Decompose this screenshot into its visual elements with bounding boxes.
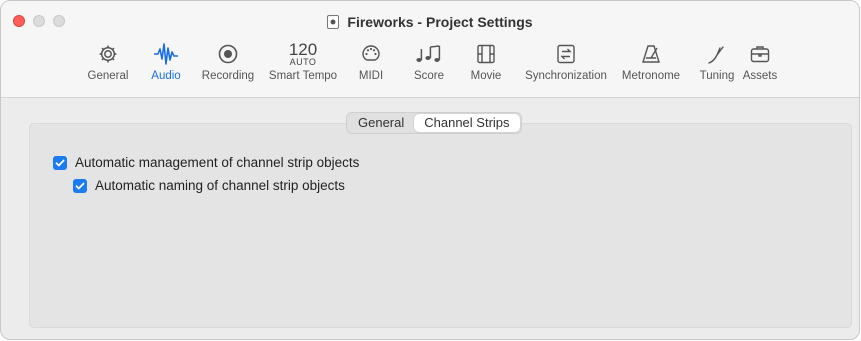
tab-label: Tuning bbox=[699, 70, 735, 82]
subtab-channel-strips[interactable]: Channel Strips bbox=[414, 114, 520, 132]
subtab-general[interactable]: General bbox=[348, 114, 414, 132]
tab-label: Smart Tempo bbox=[268, 70, 338, 82]
tempo-value: 120 bbox=[288, 39, 318, 59]
metronome-icon bbox=[642, 45, 660, 63]
briefcase-icon bbox=[750, 46, 770, 63]
tab-movie[interactable]: Movie bbox=[466, 41, 506, 93]
tempo-mode: AUTO bbox=[289, 56, 317, 67]
midi-icon bbox=[362, 45, 380, 61]
settings-panel: Automatic management of channel strip ob… bbox=[29, 123, 852, 328]
auto-naming-option[interactable]: Automatic naming of channel strip object… bbox=[73, 178, 345, 193]
window-title: Fireworks - Project Settings bbox=[1, 14, 859, 30]
tab-recording[interactable]: Recording bbox=[199, 41, 257, 93]
tab-label: Assets bbox=[742, 70, 778, 82]
waveform-icon bbox=[154, 43, 178, 65]
tab-label: Audio bbox=[151, 70, 181, 82]
tab-smart-tempo[interactable]: 120 AUTO Smart Tempo bbox=[265, 41, 341, 93]
tab-audio[interactable]: Audio bbox=[146, 41, 186, 93]
tab-label: Synchronization bbox=[525, 70, 607, 82]
tab-label: MIDI bbox=[358, 70, 384, 82]
tempo-icon: 120 AUTO bbox=[289, 41, 317, 67]
tab-midi[interactable]: MIDI bbox=[355, 41, 387, 93]
settings-window: Fireworks - Project Settings General Aud… bbox=[0, 0, 860, 340]
tab-label: General bbox=[87, 70, 129, 82]
tab-assets[interactable]: Assets bbox=[740, 41, 780, 93]
record-icon bbox=[218, 44, 238, 64]
auto-management-checkbox[interactable] bbox=[53, 155, 67, 170]
film-icon bbox=[477, 44, 495, 64]
tab-label: Recording bbox=[201, 70, 255, 82]
tab-tuning[interactable]: Tuning bbox=[698, 41, 736, 93]
tab-metronome[interactable]: Metronome bbox=[619, 41, 683, 93]
auto-management-option[interactable]: Automatic management of channel strip ob… bbox=[53, 155, 359, 170]
checkmark-icon bbox=[55, 159, 65, 166]
window-title-text: Fireworks - Project Settings bbox=[347, 14, 533, 30]
auto-management-label: Automatic management of channel strip ob… bbox=[75, 155, 360, 170]
tuning-icon bbox=[708, 46, 724, 64]
notes-icon bbox=[416, 45, 441, 62]
tab-score[interactable]: Score bbox=[411, 41, 447, 93]
subtab-control: General Channel Strips bbox=[346, 112, 522, 134]
checkmark-icon bbox=[75, 182, 85, 189]
gear-icon bbox=[99, 45, 117, 63]
tab-synchronization[interactable]: Synchronization bbox=[518, 41, 614, 93]
settings-toolbar: General Audio Recording 120 AUTO Smart T… bbox=[1, 41, 859, 97]
tab-label: Score bbox=[413, 70, 445, 82]
project-file-icon bbox=[327, 15, 340, 29]
tab-label: Metronome bbox=[621, 70, 681, 82]
auto-naming-checkbox[interactable] bbox=[73, 178, 87, 193]
sync-icon bbox=[557, 44, 575, 64]
tab-label: Movie bbox=[470, 70, 502, 82]
tab-general[interactable]: General bbox=[87, 41, 129, 93]
auto-naming-label: Automatic naming of channel strip object… bbox=[95, 178, 345, 193]
title-bar: Fireworks - Project Settings General Aud… bbox=[1, 1, 859, 98]
